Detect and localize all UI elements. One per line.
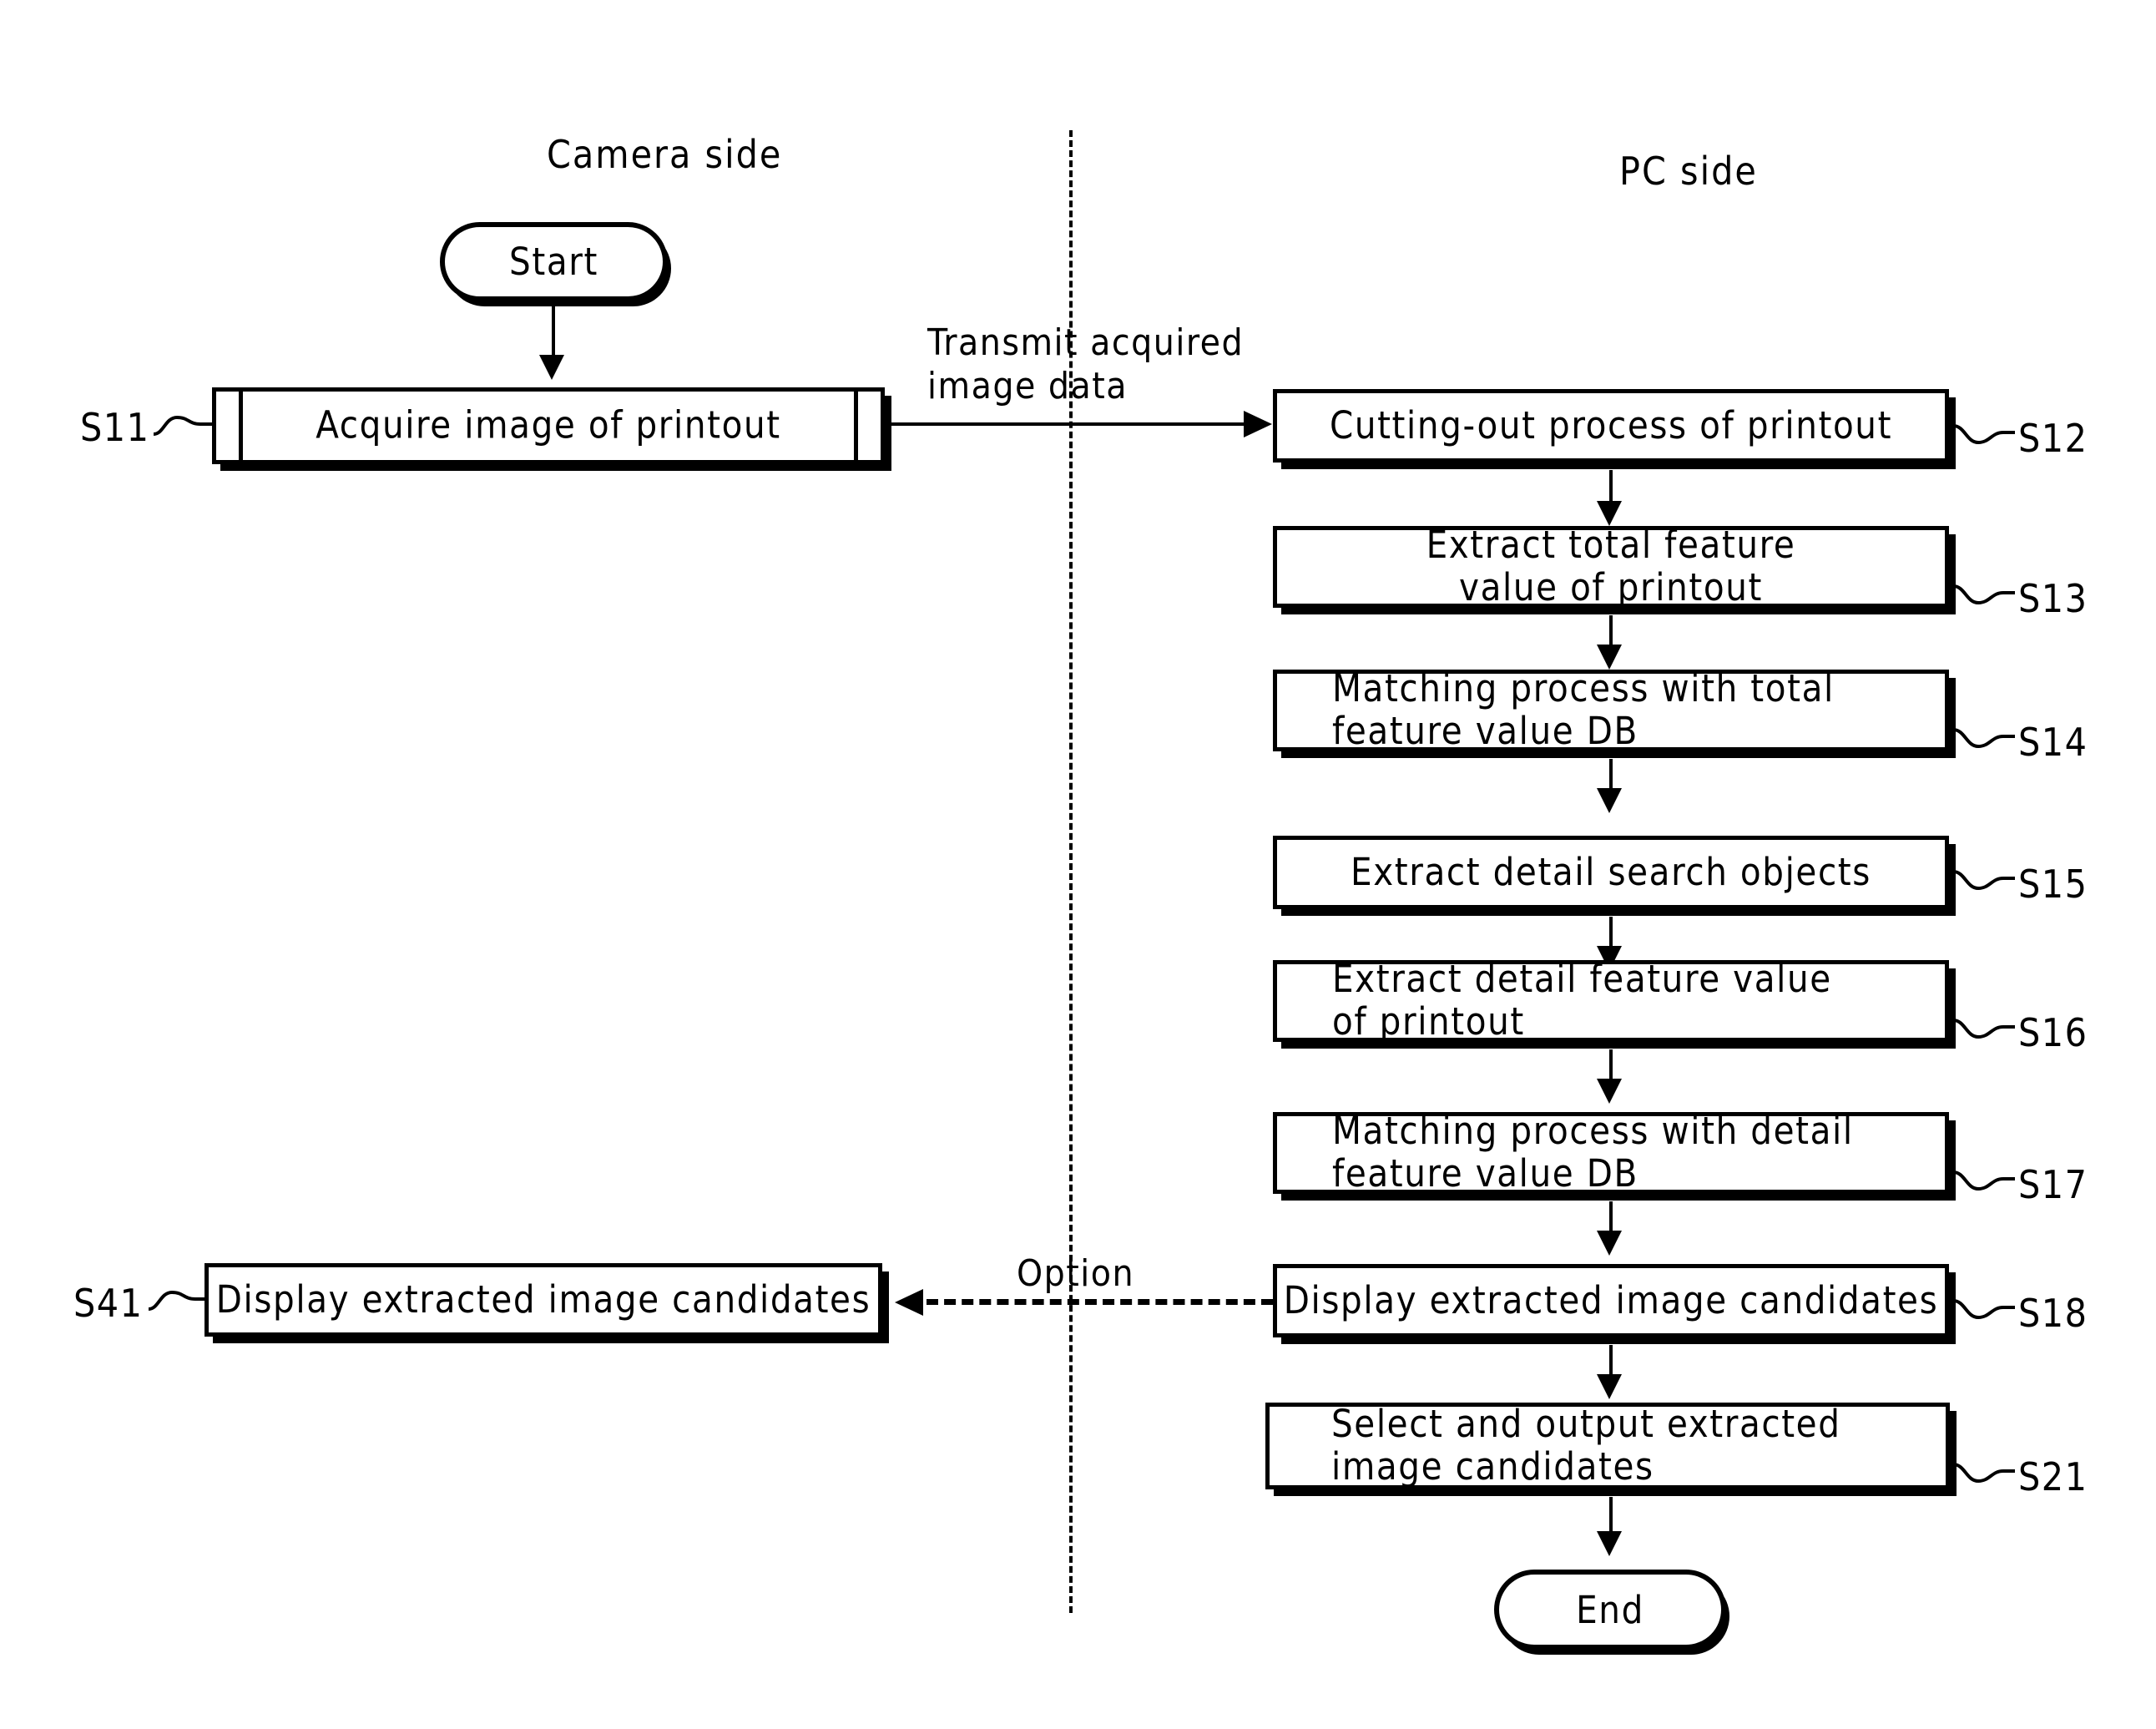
step-ref-s16: S16 [2018, 1010, 2088, 1055]
step-ref-s17: S17 [2018, 1162, 2088, 1207]
lane-title-pc-side: PC side [1619, 149, 1758, 194]
node-s15[interactable]: Extract detail search objects [1273, 836, 1949, 909]
node-s14[interactable]: Matching process with total feature value… [1273, 666, 1949, 753]
node-end[interactable]: End [1494, 1570, 1726, 1650]
node-s16[interactable]: Extract detail feature value of printout [1273, 958, 1949, 1044]
node-s17-label: Matching process with detail feature valu… [1277, 1110, 1945, 1196]
leader-squiggle-s13 [1952, 584, 2015, 605]
connector-option-s18-to-s41 [927, 1299, 1273, 1305]
arrowhead-s16-to-s17 [1597, 1079, 1622, 1104]
leader-squiggle-s18 [1952, 1299, 2015, 1320]
step-ref-s41: S41 [73, 1281, 144, 1326]
step-ref-s11: S11 [80, 405, 150, 450]
leader-squiggle-s11 [153, 415, 212, 436]
leader-squiggle-s17 [1952, 1170, 2015, 1191]
arrowhead-s11-to-s12 [1244, 411, 1272, 437]
step-ref-s13: S13 [2018, 576, 2088, 621]
node-s11-inner-bar-left [239, 392, 243, 460]
connector-s11-to-s12 [885, 422, 1245, 426]
node-s21-line2: image candidates [1331, 1444, 1654, 1489]
flowchart-canvas: Camera side PC side Start Acquire image … [0, 0, 2156, 1729]
node-s17[interactable]: Matching process with detail feature valu… [1273, 1110, 1949, 1196]
node-s16-label: Extract detail feature value of printout [1277, 958, 1945, 1044]
arrowhead-s21-to-end [1597, 1531, 1622, 1556]
node-s11-inner-bar-right [854, 392, 858, 460]
leader-squiggle-s15 [1952, 870, 2015, 891]
node-s12[interactable]: Cutting-out process of printout [1273, 389, 1949, 463]
node-s13-line1: Extract total feature [1426, 523, 1796, 568]
node-s16-line2: of printout [1332, 999, 1525, 1044]
node-s13-line2: value of printout [1459, 565, 1763, 609]
edge-label-option: Option [1017, 1252, 1135, 1295]
step-ref-s14: S14 [2018, 720, 2088, 765]
edge-label-transmit-line1: Transmit acquired [927, 321, 1245, 364]
node-start-label: Start [509, 240, 598, 284]
arrowhead-s18-to-s21 [1597, 1374, 1622, 1399]
node-s41-label: Display extracted image candidates [215, 1277, 871, 1322]
node-s13-label: Extract total feature value of printout [1277, 523, 1945, 609]
arrowhead-s17-to-s18 [1597, 1231, 1622, 1256]
node-s21[interactable]: Select and output extracted image candida… [1265, 1403, 1950, 1489]
step-ref-s21: S21 [2018, 1454, 2088, 1499]
node-s21-line1: Select and output extracted [1331, 1402, 1841, 1447]
node-s11-label: Acquire image of printout [316, 402, 781, 447]
node-s12-label: Cutting-out process of printout [1329, 402, 1893, 447]
leader-squiggle-s41 [148, 1290, 207, 1311]
node-end-label: End [1576, 1587, 1644, 1632]
step-ref-s12: S12 [2018, 416, 2088, 461]
node-s11[interactable]: Acquire image of printout [212, 387, 885, 464]
node-s14-line1: Matching process with total [1332, 666, 1835, 711]
arrowhead-option-to-s41 [895, 1289, 923, 1316]
node-s15-label: Extract detail search objects [1351, 849, 1871, 894]
node-s18[interactable]: Display extracted image candidates [1273, 1264, 1949, 1337]
step-ref-s18: S18 [2018, 1291, 2088, 1336]
node-s13[interactable]: Extract total feature value of printout [1273, 523, 1949, 609]
node-s14-line2: feature value DB [1332, 709, 1638, 753]
node-start[interactable]: Start [440, 222, 668, 301]
edge-label-transmit-line2: image data [927, 365, 1128, 407]
step-ref-s15: S15 [2018, 862, 2088, 907]
arrowhead-s14-to-s15 [1597, 788, 1622, 813]
leader-squiggle-s14 [1952, 728, 2015, 749]
lane-title-camera-side: Camera side [547, 132, 783, 177]
arrowhead-start-to-s11 [539, 355, 564, 380]
node-s17-line1: Matching process with detail [1332, 1109, 1854, 1154]
node-s18-label: Display extracted image candidates [1283, 1277, 1939, 1322]
node-s14-label: Matching process with total feature value… [1277, 666, 1945, 753]
leader-squiggle-s16 [1952, 1019, 2015, 1039]
node-s17-line2: feature value DB [1332, 1151, 1638, 1196]
leader-squiggle-s21 [1952, 1463, 2015, 1484]
node-s21-label: Select and output extracted image candida… [1270, 1403, 1946, 1489]
node-s41[interactable]: Display extracted image candidates [204, 1263, 882, 1337]
connector-start-to-s11 [552, 301, 555, 360]
node-s16-line1: Extract detail feature value [1332, 957, 1832, 1002]
leader-squiggle-s12 [1952, 424, 2015, 445]
